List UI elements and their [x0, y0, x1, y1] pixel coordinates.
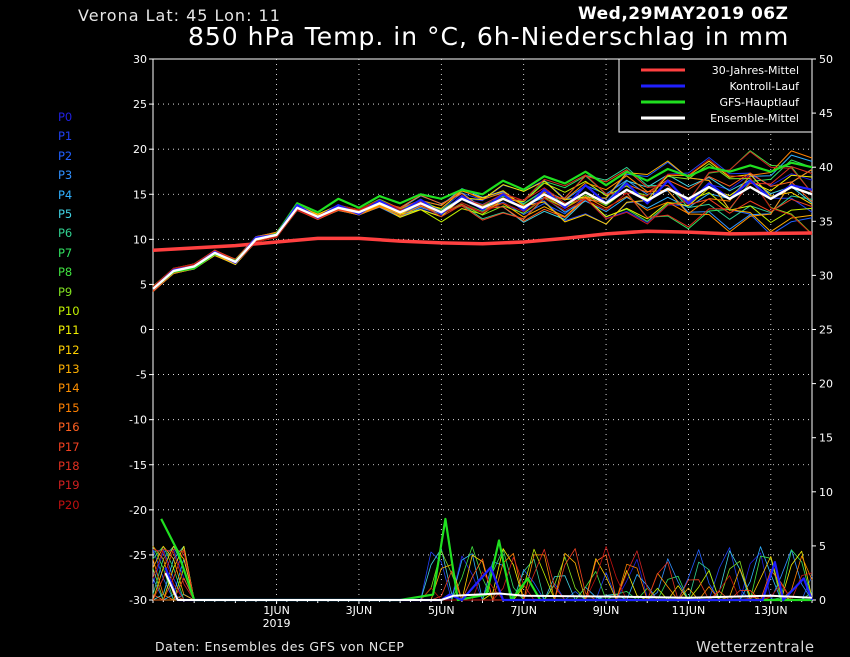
- legend-label: Ensemble-Mittel: [710, 112, 799, 125]
- gfs-main-line: [152, 161, 813, 290]
- left-tick-label: -30: [129, 594, 147, 607]
- member-temp-line: [152, 163, 813, 288]
- temperature-precip-chart: -30 -25 -20 -15 -10 -5 0 5 10 15 20 25 30 0 5 10 15 20 25 3…: [129, 53, 833, 630]
- left-tick-label: 5: [140, 278, 147, 291]
- right-tick-label: 10: [819, 486, 833, 499]
- right-tick-label: 0: [819, 594, 826, 607]
- x-tick-label: 3JUN: [346, 604, 373, 617]
- x-tick-sublabel: 2019: [263, 617, 291, 630]
- data-source-note: Daten: Ensembles des GFS von NCEP: [155, 639, 405, 654]
- legend-label: GFS-Hauptlauf: [719, 96, 800, 109]
- left-tick-label: -15: [129, 459, 147, 472]
- member-temp-line: [152, 154, 813, 292]
- x-tick-label: 1JUN: [263, 604, 290, 617]
- x-tick-label: 9JUN: [593, 604, 620, 617]
- left-tick-label: 15: [133, 188, 147, 201]
- member-temp-line: [152, 169, 813, 292]
- left-tick-label: -25: [129, 549, 147, 562]
- left-tick-label: 30: [133, 53, 147, 66]
- right-tick-label: 5: [819, 540, 826, 553]
- right-tick-label: 15: [819, 432, 833, 445]
- legend-label: Kontroll-Lauf: [730, 80, 801, 93]
- member-temp-line: [152, 161, 813, 289]
- right-tick-label: 20: [819, 378, 833, 391]
- x-tick-label: 7JUN: [510, 604, 537, 617]
- right-tick-label: 50: [819, 53, 833, 66]
- right-tick-label: 25: [819, 324, 833, 337]
- member-temp-line: [152, 157, 813, 288]
- right-tick-label: 30: [819, 269, 833, 282]
- legend-label: 30-Jahres-Mittel: [712, 64, 799, 77]
- brand-label: Wetterzentrale: [696, 638, 815, 656]
- left-tick-label: -20: [129, 504, 147, 517]
- x-tick-label: 13JUN: [754, 604, 788, 617]
- x-tick-label: 5JUN: [428, 604, 455, 617]
- right-tick-label: 35: [819, 215, 833, 228]
- left-tick-label: -5: [136, 369, 147, 382]
- left-tick-label: 25: [133, 98, 147, 111]
- member-temp-line: [152, 174, 813, 287]
- left-tick-label: -10: [129, 414, 147, 427]
- right-tick-label: 45: [819, 107, 833, 120]
- x-tick-label: 11JUN: [672, 604, 706, 617]
- left-tick-label: 20: [133, 143, 147, 156]
- left-tick-label: 10: [133, 233, 147, 246]
- right-tick-label: 40: [819, 161, 833, 174]
- left-tick-label: 0: [140, 324, 147, 337]
- member-precip-line: [152, 546, 812, 601]
